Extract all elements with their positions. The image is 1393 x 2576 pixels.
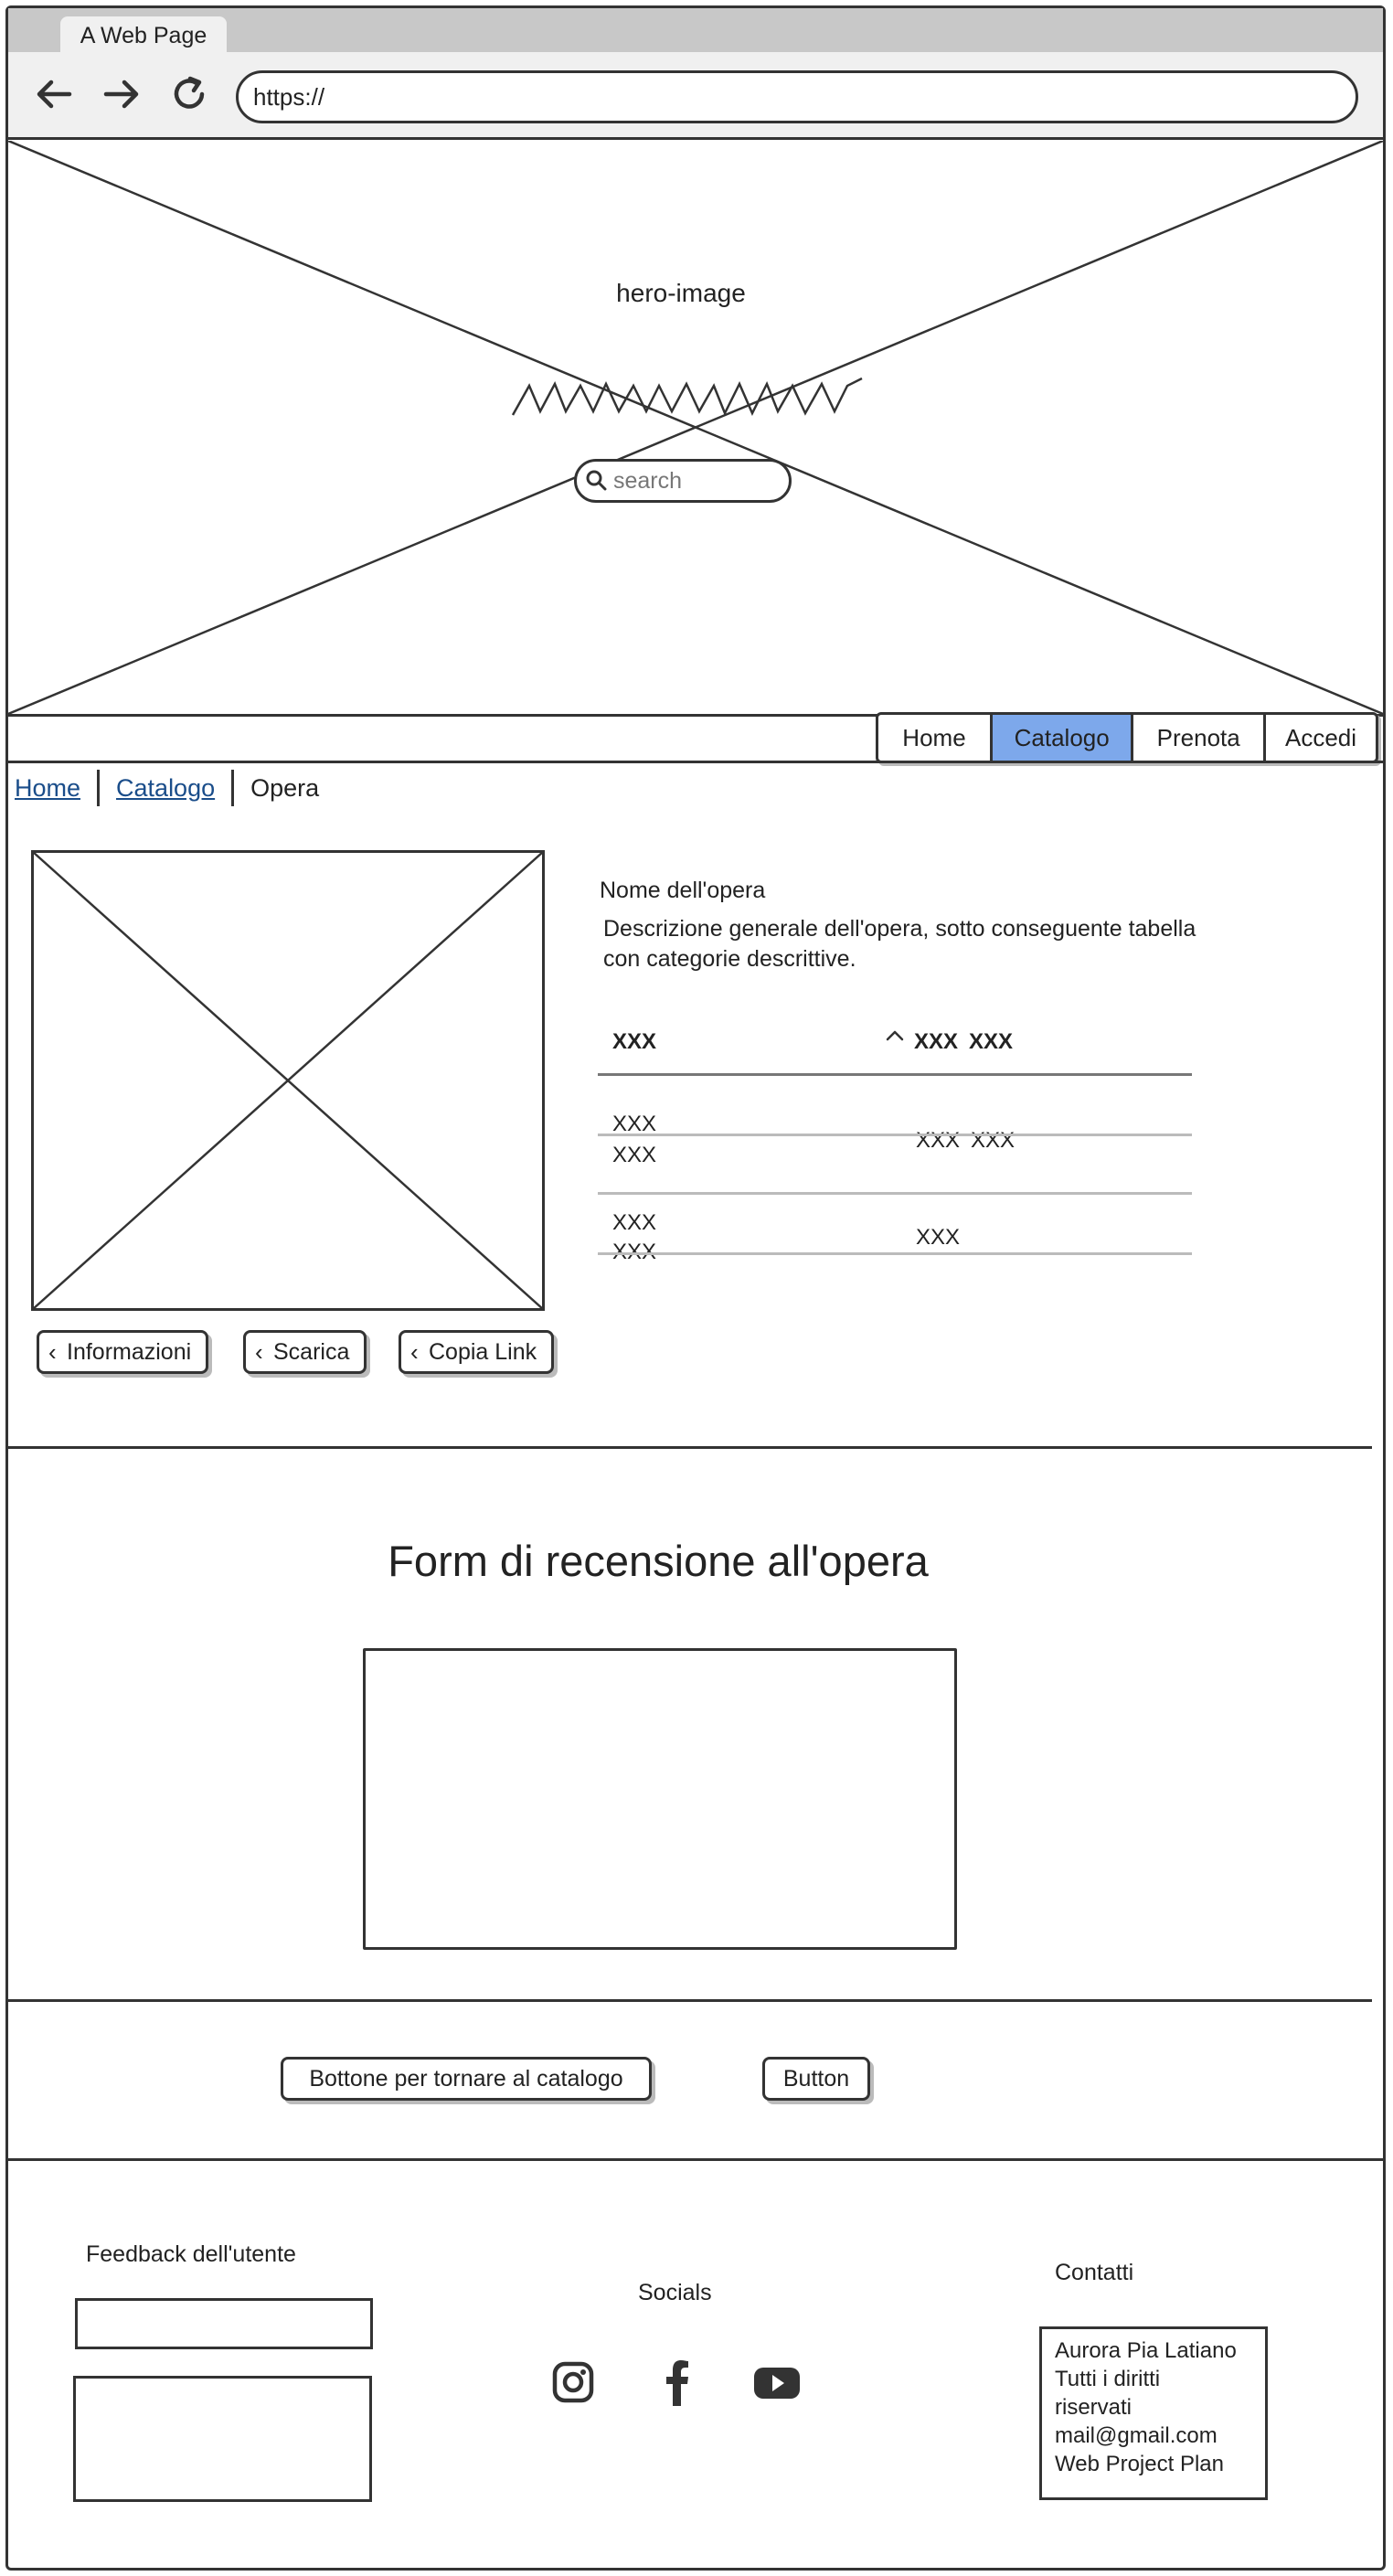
breadcrumb-separator <box>231 770 235 806</box>
scarica-label: Scarica <box>273 1339 350 1365</box>
table-header: XXX <box>969 1029 1014 1054</box>
breadcrumb-current: Opera <box>250 773 320 802</box>
back-arrow-icon[interactable] <box>33 73 75 115</box>
search-icon <box>585 469 607 491</box>
contact-line: Web Project Plan <box>1055 2452 1224 2476</box>
table-divider <box>598 1073 1192 1076</box>
nav-item-home[interactable]: Home <box>878 715 993 761</box>
hero-scribble <box>511 377 863 417</box>
artwork-description: Descrizione generale dell'opera, sotto c… <box>603 916 1196 972</box>
reload-icon[interactable] <box>168 73 210 115</box>
generic-button[interactable]: Button <box>762 2057 870 2101</box>
table-divider <box>598 1192 1192 1195</box>
nav-item-accedi[interactable]: Accedi <box>1266 715 1376 761</box>
feedback-title: Feedback dell'utente <box>86 2241 296 2267</box>
table-divider <box>598 1252 1192 1255</box>
section-divider <box>8 1446 1372 1449</box>
table-header[interactable]: XXX <box>914 1029 958 1055</box>
back-to-catalog-button[interactable]: Bottone per tornare al catalogo <box>281 2057 652 2101</box>
contact-line: Aurora Pia Latiano <box>1055 2338 1237 2363</box>
chevron-left-icon: ‹ <box>48 1338 57 1366</box>
table-cell: XXX <box>916 1128 961 1153</box>
chevron-left-icon: ‹ <box>255 1338 263 1366</box>
copia-link-button[interactable]: ‹ Copia Link <box>399 1330 555 1374</box>
url-bar[interactable]: https:// <box>236 70 1358 123</box>
table-cell: XXX <box>612 1210 657 1235</box>
breadcrumb-separator <box>97 770 101 806</box>
hero-image <box>8 141 1383 717</box>
breadcrumb: Home Catalogo Opera <box>15 770 319 806</box>
feedback-textarea[interactable] <box>73 2376 372 2502</box>
review-form-title: Form di recensione all'opera <box>388 1537 929 1585</box>
review-textarea[interactable] <box>363 1648 957 1950</box>
forward-arrow-icon[interactable] <box>101 73 143 115</box>
nav-divider <box>8 761 1383 763</box>
table-cell: XXX <box>612 1143 657 1167</box>
table-header: XXX <box>612 1029 657 1054</box>
chevron-left-icon: ‹ <box>410 1338 419 1366</box>
artwork-name: Nome dell'opera <box>600 878 766 903</box>
section-divider <box>8 1999 1372 2002</box>
nav-item-catalogo[interactable]: Catalogo <box>992 715 1134 761</box>
contacts-box: Aurora Pia Latiano Tutti i diritti riser… <box>1039 2326 1268 2500</box>
contact-line: Tutti i diritti <box>1055 2367 1161 2391</box>
instagram-icon[interactable] <box>550 2357 596 2408</box>
nav-item-prenota[interactable]: Prenota <box>1133 715 1267 761</box>
breadcrumb-catalog[interactable]: Catalogo <box>116 774 215 803</box>
sort-ascending-icon[interactable] <box>885 1026 905 1052</box>
table-divider <box>598 1134 1192 1136</box>
contact-line: mail@gmail.com <box>1055 2423 1218 2448</box>
youtube-icon[interactable] <box>751 2357 803 2408</box>
main-nav: Home Catalogo Prenota Accedi <box>876 712 1378 763</box>
informazioni-label: Informazioni <box>67 1339 192 1365</box>
hero-label: hero-image <box>616 279 746 307</box>
socials-title: Socials <box>638 2280 712 2305</box>
browser-tab[interactable]: A Web Page <box>60 16 227 55</box>
contacts-title: Contatti <box>1055 2260 1134 2285</box>
facebook-icon[interactable] <box>654 2357 700 2408</box>
breadcrumb-home[interactable]: Home <box>15 774 80 803</box>
scarica-button[interactable]: ‹ Scarica <box>243 1330 367 1374</box>
table-cell: XXX <box>916 1225 961 1250</box>
feedback-input[interactable] <box>75 2298 373 2349</box>
hero-placeholder-cross <box>8 141 1383 716</box>
contact-line: riservati <box>1055 2395 1132 2420</box>
artwork-image <box>31 850 545 1311</box>
informazioni-button[interactable]: ‹ Informazioni <box>37 1330 209 1374</box>
table-cell: XXX <box>971 1128 1016 1153</box>
copia-link-label: Copia Link <box>429 1339 537 1365</box>
footer-divider <box>8 2158 1383 2161</box>
